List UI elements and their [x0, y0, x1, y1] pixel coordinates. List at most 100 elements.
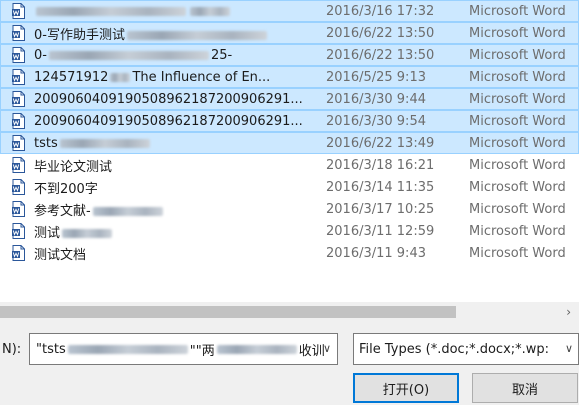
file-date: 2016/3/30 9:44	[326, 91, 426, 107]
file-name-cell: 测试文档	[12, 244, 314, 263]
filename-dropdown-arrow-icon[interactable]: ∨	[323, 342, 331, 355]
file-name-suffix: The Influence of En...	[132, 69, 271, 85]
file-name-prefix: 不到200字	[34, 181, 98, 197]
file-type: Microsoft Word	[469, 3, 566, 19]
file-date: 2016/3/14 11:35	[326, 179, 435, 195]
word-doc-icon	[12, 179, 25, 195]
word-doc-icon	[12, 135, 25, 151]
file-type: Microsoft Word	[469, 223, 566, 239]
redacted-text	[190, 6, 230, 16]
file-date: 2016/3/11 12:59	[326, 223, 435, 239]
file-name: 不到200字	[34, 178, 98, 197]
file-name-prefix: 毕业论文测试	[34, 159, 113, 175]
file-name-cell	[12, 3, 314, 19]
file-date: 2016/3/16 17:32	[326, 3, 435, 19]
redacted-text	[62, 228, 113, 238]
file-name-prefix: 测试文档	[34, 247, 87, 263]
file-name: 0- 25-	[34, 48, 232, 63]
redacted-text	[92, 206, 163, 216]
file-name-prefix: 20090604091905089621872009062​91...	[34, 91, 303, 107]
filetype-dropdown-arrow-icon[interactable]: ∨	[565, 342, 573, 355]
file-name-cell: 20090604091905089621872009062​91...	[12, 91, 314, 107]
file-name: 测试	[34, 222, 114, 241]
file-date: 2016/3/17 10:25	[326, 201, 435, 217]
file-type: Microsoft Word	[469, 25, 566, 41]
file-row[interactable]: tsts 2016/6/22 13:49 Microsoft Word	[0, 132, 579, 154]
word-doc-icon	[12, 3, 25, 19]
word-doc-icon	[12, 47, 25, 63]
file-row[interactable]: 测试文档 2016/3/11 9:43 Microsoft Word	[0, 242, 579, 264]
file-name: 20090604091905089621872009062​91...	[34, 92, 303, 107]
file-type: Microsoft Word	[469, 179, 566, 195]
file-type: Microsoft Word	[469, 91, 566, 107]
file-name: 124571912 The Influence of En...	[34, 70, 270, 85]
scroll-right-arrow-icon[interactable]: ›	[566, 302, 571, 322]
file-name-cell: 测试	[12, 222, 314, 241]
word-doc-icon	[12, 113, 25, 129]
filename-value-start: "tsts	[36, 341, 66, 357]
file-row[interactable]: 2009060409190508962187200906291... 2016/3…	[0, 110, 579, 132]
file-date: 2016/3/30 9:54	[326, 113, 426, 129]
file-name-prefix: 测试	[34, 225, 61, 241]
file-date: 2016/5/25 9:13	[326, 69, 426, 85]
file-name-cell: 0- 25-	[12, 47, 314, 63]
file-type: Microsoft Word	[469, 113, 566, 129]
file-row[interactable]: 参考文献- 2016/3/17 10:25 Microsoft Word	[0, 198, 579, 220]
file-name-prefix: 0-	[34, 47, 47, 63]
file-type: Microsoft Word	[469, 201, 566, 217]
word-doc-icon	[12, 223, 25, 239]
file-name-suffix: 25-	[210, 47, 233, 63]
file-row[interactable]: 124571912 The Influence of En... 2016/5/25…	[0, 66, 579, 88]
redacted-text	[216, 344, 297, 354]
word-doc-icon	[12, 69, 25, 85]
word-doc-icon	[12, 157, 25, 173]
file-row[interactable]: 2016/3/16 17:32 Microsoft Word	[0, 0, 579, 22]
file-name-cell: 2009060409190508962187200906291...	[12, 113, 314, 129]
file-name	[34, 4, 232, 19]
file-name: 0-写作助手测试	[34, 24, 269, 43]
file-name-prefix: tsts	[34, 135, 58, 151]
filetype-value: File Types (*.doc;*.docx;*.wp:	[359, 341, 550, 357]
scrollbar-thumb[interactable]	[0, 306, 456, 318]
file-date: 2016/6/22 13:50	[326, 25, 435, 41]
filename-input[interactable]: "tsts ""两 收​训 ∨	[29, 333, 338, 365]
file-name-cell: 参考文献-	[12, 200, 314, 219]
word-doc-icon	[12, 201, 25, 217]
file-name-prefix: 124571912	[34, 69, 109, 85]
word-doc-icon	[12, 25, 25, 41]
filename-value-mid: ""两	[189, 343, 215, 359]
redacted-text	[110, 72, 131, 82]
redacted-text	[36, 6, 186, 16]
file-name-prefix: 参考文献-	[34, 203, 91, 219]
file-name-cell: 0-写作助手测试	[12, 24, 314, 43]
file-name: 毕业论文测试	[34, 156, 112, 175]
file-row[interactable]: 毕业论文测试 2016/3/18 16:21 Microsoft Word	[0, 154, 579, 176]
filetype-select[interactable]: File Types (*.doc;*.docx;*.wp: ∨	[353, 333, 579, 365]
word-doc-icon	[12, 245, 25, 261]
file-name: 2009060409190508962187200906291...	[34, 114, 303, 129]
file-name-cell: 毕业论文测试	[12, 156, 314, 175]
horizontal-scrollbar[interactable]: ›	[0, 302, 579, 322]
file-row[interactable]: 0- 25- 2016/6/22 13:50 Microsoft Word	[0, 44, 579, 66]
file-type: Microsoft Word	[469, 47, 566, 63]
file-name: tsts	[34, 136, 152, 151]
file-name-cell: 124571912 The Influence of En...	[12, 69, 314, 85]
redacted-text	[48, 50, 209, 60]
file-row[interactable]: 20090604091905089621872009062​91... 2016/…	[0, 88, 579, 110]
file-row[interactable]: 0-写作助手测试 2016/6/22 13:50 Microsoft Word	[0, 22, 579, 44]
file-row[interactable]: 测试 2016/3/11 12:59 Microsoft Word	[0, 220, 579, 242]
filename-label: N):	[2, 342, 22, 357]
file-name-prefix: 2009060409190508962187200906291...	[34, 113, 303, 129]
open-button[interactable]: 打开(O)	[353, 373, 459, 403]
cancel-button[interactable]: 取消	[472, 373, 578, 403]
filename-value-end: 收​训	[298, 343, 325, 359]
redacted-text	[126, 30, 267, 40]
redacted-text	[59, 138, 150, 148]
file-type: Microsoft Word	[469, 245, 566, 261]
file-list[interactable]: 2016/3/16 17:32 Microsoft Word 0-写作助手测试 201…	[0, 0, 579, 302]
file-name-cell: 不到200字	[12, 178, 314, 197]
file-name-prefix: 0-写作助手测试	[34, 27, 125, 43]
file-name-cell: tsts	[12, 135, 314, 151]
file-row[interactable]: 不到200字 2016/3/14 11:35 Microsoft Word	[0, 176, 579, 198]
redacted-text	[67, 344, 188, 354]
